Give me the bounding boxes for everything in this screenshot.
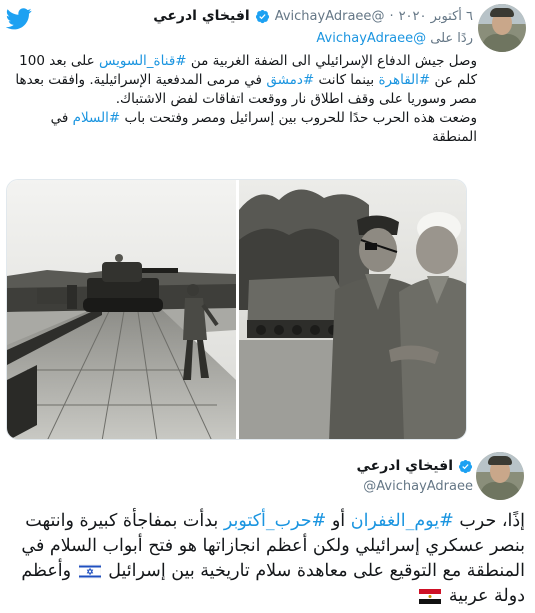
egypt-flag-icon	[419, 589, 442, 604]
verified-badge-icon	[458, 459, 473, 473]
twitter-bird-icon[interactable]	[6, 8, 32, 30]
tweet-reply[interactable]: افيخاي ادرعي @AvichayAdraee · ٦ أكتوبر ٢…	[0, 0, 535, 445]
text-run: أو	[326, 511, 351, 531]
author-avatar[interactable]	[476, 452, 524, 500]
author-handle[interactable]: @AvichayAdraee	[275, 9, 385, 24]
separator-dot: ·	[389, 8, 394, 24]
hashtag-link[interactable]: #حرب_أكتوبر	[224, 511, 326, 531]
israel-flag-icon	[78, 564, 101, 579]
text-run: وصل جيش الدفاع الإسرائيلي الى الضفة الغر…	[186, 53, 477, 69]
photo-officers[interactable]	[239, 180, 466, 439]
tweet-main[interactable]: افيخاي ادرعي @AvichayAdraee إذًا، حرب #ي…	[0, 445, 535, 613]
text-run: إذًا، حرب	[453, 511, 525, 531]
tweet-text: إذًا، حرب #يوم_الغفران أو #حرب_أكتوبر بد…	[7, 509, 525, 609]
hashtag-link[interactable]: #القاهرة	[378, 72, 430, 88]
author-handle[interactable]: @AvichayAdraee	[363, 479, 473, 494]
tweet-paragraph: وضعت هذه الحرب حدًا للحروب بين إسرائيل و…	[7, 109, 477, 147]
text-run: وضعت هذه الحرب حدًا للحروب بين إسرائيل و…	[120, 110, 477, 126]
text-run: بينما كانت	[314, 72, 379, 88]
reply-prefix: ردًا على	[430, 31, 473, 46]
author-avatar[interactable]	[478, 4, 526, 52]
verified-badge-icon	[255, 9, 269, 23]
officers-image	[239, 180, 466, 439]
tweet-date[interactable]: ٦ أكتوبر ٢٠٢٠	[399, 9, 473, 24]
tweet-media[interactable]	[6, 179, 467, 440]
tweet-text: وصل جيش الدفاع الإسرائيلي الى الضفة الغر…	[7, 52, 477, 147]
tank-bridge-image	[7, 180, 236, 439]
hashtag-link[interactable]: #قناة_السويس	[99, 53, 187, 69]
photo-tank-bridge[interactable]	[7, 180, 236, 439]
author-name[interactable]: افيخاي ادرعي	[356, 458, 453, 474]
reply-mention-link[interactable]: @AvichayAdraee	[316, 31, 426, 46]
hashtag-link[interactable]: #السلام	[73, 110, 121, 126]
hashtag-link[interactable]: #دمشق	[266, 72, 314, 88]
tweet-header: افيخاي ادرعي	[356, 458, 473, 474]
reply-context: ردًا على @AvichayAdraee	[316, 31, 473, 46]
tweet-paragraph: وصل جيش الدفاع الإسرائيلي الى الضفة الغر…	[7, 52, 477, 109]
tweet-header: افيخاي ادرعي @AvichayAdraee · ٦ أكتوبر ٢…	[153, 8, 473, 24]
author-name[interactable]: افيخاي ادرعي	[153, 8, 250, 24]
hashtag-link[interactable]: #يوم_الغفران	[351, 511, 454, 531]
